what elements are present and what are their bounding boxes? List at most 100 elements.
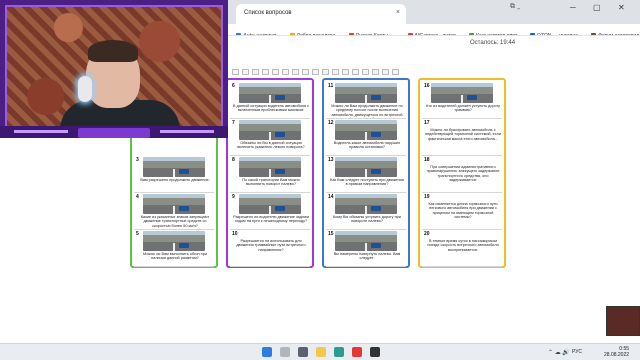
question-card[interactable]: 7 Обязаны ли Вы в данной ситуации включит…	[230, 119, 310, 156]
question-text: Как Вам следует поступить при движении в…	[330, 178, 404, 187]
question-card[interactable]: 6 В данной ситуации водитель автомобиля с…	[230, 82, 310, 119]
question-number: 4	[136, 194, 139, 200]
question-text: Можно ли Вам продолжить движение по сред…	[331, 104, 403, 118]
stream-frame-glow-left	[14, 130, 68, 133]
question-card[interactable]: 16 Кто из водителей должен уступить дорог…	[422, 82, 502, 119]
question-column: 11 Можно ли Вам продолжить движение по ср…	[322, 78, 410, 268]
clock-date: 28.08.2022	[604, 352, 630, 358]
question-text: Обязаны ли Вы в данной ситуации включить…	[237, 141, 305, 150]
maximize-button[interactable]: ▢	[593, 3, 601, 12]
language-indicator[interactable]: РУС	[572, 349, 582, 355]
clock[interactable]: 0:55 28.08.2022	[604, 346, 629, 358]
windows-taskbar: ⌃ ☁ 🔊 РУС 0:55 28.08.2022	[0, 343, 640, 360]
question-nav-box[interactable]	[242, 69, 249, 75]
question-number: 7	[232, 120, 235, 126]
question-image	[239, 157, 301, 177]
question-nav-box[interactable]	[312, 69, 319, 75]
question-text: В темное время суток в пассажирском поез…	[427, 239, 499, 252]
question-image	[143, 157, 205, 177]
question-text: При совершении административного правона…	[426, 165, 500, 183]
question-card[interactable]: 14 Кому Вы обязаны уступить дорогу при по…	[326, 193, 406, 230]
question-nav-box[interactable]	[342, 69, 349, 75]
question-number: 20	[424, 231, 430, 237]
question-text: Вы намерены повернуть налево. Вам следуе…	[333, 252, 401, 261]
question-nav-box[interactable]	[392, 69, 399, 75]
question-card[interactable]: 4 Какие из указанных знаков запрещают дви…	[134, 193, 214, 230]
question-image	[239, 83, 301, 103]
question-image	[335, 120, 397, 140]
question-image	[335, 157, 397, 177]
question-number: 9	[232, 194, 235, 200]
question-card[interactable]: 13 Как Вам следует поступить при движении…	[326, 156, 406, 193]
question-card[interactable]: 9 Разрешено ли водителю движение задним х…	[230, 193, 310, 230]
question-number: 14	[328, 194, 334, 200]
question-image	[239, 120, 301, 140]
question-text: Кому Вы обязаны уступить дорогу при пово…	[333, 215, 401, 224]
question-card[interactable]: 15 Вы намерены повернуть налево. Вам след…	[326, 230, 406, 267]
question-text: Разрешено ли водителю движение задним хо…	[233, 215, 309, 224]
system-tray[interactable]: ⌃ ☁ 🔊	[548, 349, 570, 356]
question-nav-box[interactable]	[302, 69, 309, 75]
question-text: Кто из водителей должен уступить дорогу …	[426, 104, 500, 113]
question-text: В данной ситуации водитель автомобиля с …	[233, 104, 309, 113]
question-nav-box[interactable]	[252, 69, 259, 75]
screen: Список вопросов × ⧉ ⌄ ─ ▢ ✕ Auto: недвиж…	[0, 0, 640, 360]
stream-frame-glow-right	[160, 130, 214, 133]
question-card[interactable]: 19 Как изменяется длина тормозного пути л…	[422, 193, 502, 230]
question-nav-box[interactable]	[362, 69, 369, 75]
question-card[interactable]: 20 В темное время суток в пассажирском по…	[422, 230, 502, 267]
question-card[interactable]: 18 При совершении административного право…	[422, 156, 502, 193]
corner-webcam-thumbnail	[606, 306, 640, 336]
question-card[interactable]: 5 Можно ли Вам выполнить обгон при наличи…	[134, 230, 214, 267]
question-card[interactable]: 11 Можно ли Вам продолжить движение по ср…	[326, 82, 406, 119]
question-nav-box[interactable]	[232, 69, 239, 75]
question-nav-box[interactable]	[352, 69, 359, 75]
stream-frame	[0, 0, 228, 138]
tab-close-icon[interactable]: ×	[396, 9, 400, 16]
question-image	[239, 194, 301, 214]
question-number: 5	[136, 231, 139, 237]
question-card[interactable]: 8 По какой траектории Вам можно выполнить…	[230, 156, 310, 193]
question-number: 16	[424, 83, 430, 89]
file-explorer-icon[interactable]	[316, 347, 326, 357]
question-image	[335, 194, 397, 214]
question-nav-box[interactable]	[322, 69, 329, 75]
question-number: 19	[424, 194, 430, 200]
stream-frame-tab	[78, 128, 150, 138]
question-image	[335, 231, 397, 251]
close-window-button[interactable]: ✕	[618, 3, 625, 12]
task-view-icon[interactable]	[298, 347, 308, 357]
question-nav-box[interactable]	[382, 69, 389, 75]
question-text: Как изменяется длина тормозного пути лег…	[428, 202, 498, 220]
question-text: По какой траектории Вам можно выполнить …	[242, 178, 300, 187]
question-image	[431, 83, 493, 103]
question-nav-box[interactable]	[292, 69, 299, 75]
question-column: 6 В данной ситуации водитель автомобиля с…	[226, 78, 314, 268]
tab-search-icon[interactable]: ⧉ ⌄	[510, 3, 520, 11]
question-nav-box[interactable]	[272, 69, 279, 75]
start-icon[interactable]	[262, 347, 272, 357]
question-text: Можно ли Вам выполнить обгон при наличии…	[143, 252, 207, 261]
obs-icon[interactable]	[370, 347, 380, 357]
question-number: 6	[232, 83, 235, 89]
question-nav-box[interactable]	[282, 69, 289, 75]
question-text: Вам разрешено продолжить движение:	[140, 178, 210, 182]
question-nav-box[interactable]	[262, 69, 269, 75]
question-number: 10	[232, 231, 238, 237]
question-card[interactable]: 10 Разрешается ли использовать для движен…	[230, 230, 310, 267]
edge-icon[interactable]	[334, 347, 344, 357]
time-remaining: Осталось: 19:44	[470, 40, 516, 46]
browser-tab-active[interactable]: Список вопросов ×	[236, 4, 406, 24]
yandex-browser-icon[interactable]	[352, 347, 362, 357]
search-icon[interactable]	[280, 347, 290, 357]
question-nav-box[interactable]	[332, 69, 339, 75]
question-nav-box[interactable]	[372, 69, 379, 75]
question-text: Какие из указанных знаков запрещают движ…	[140, 215, 210, 228]
question-number: 15	[328, 231, 334, 237]
question-card[interactable]: 3 Вам разрешено продолжить движение:	[134, 156, 214, 193]
question-card[interactable]: 17 Можно ли буксировать автомобиль с неде…	[422, 119, 502, 156]
question-image	[143, 194, 205, 214]
question-number: 17	[424, 120, 430, 126]
question-card[interactable]: 12 Водитель какое автомобиля нарушил прав…	[326, 119, 406, 156]
minimize-button[interactable]: ─	[570, 3, 576, 12]
